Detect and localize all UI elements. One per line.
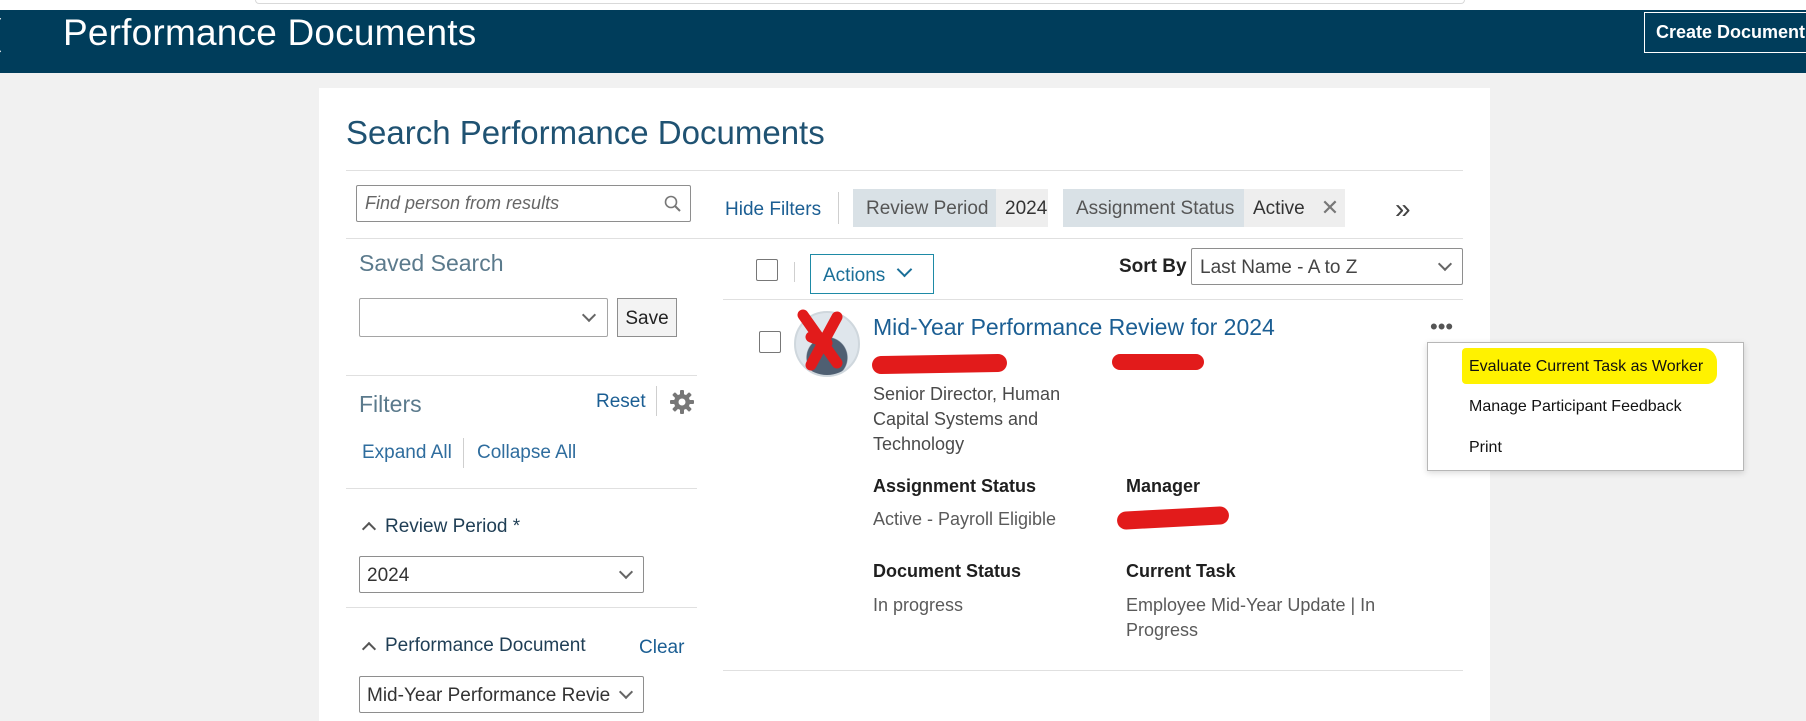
divider [723, 670, 1463, 671]
expand-all-link[interactable]: Expand All [362, 442, 452, 464]
chip-review-period-label[interactable]: Review Period [853, 189, 996, 227]
search-icon[interactable] [664, 195, 681, 212]
actions-label: Actions [823, 265, 886, 286]
search-title: Search Performance Documents [346, 114, 825, 151]
find-person-field[interactable] [356, 185, 691, 222]
divider [794, 262, 795, 282]
hide-filters-link[interactable]: Hide Filters [725, 199, 821, 221]
chevron-down-icon [618, 564, 634, 580]
saved-search-label: Saved Search [359, 250, 504, 276]
find-person-input[interactable] [357, 186, 657, 221]
divider [838, 192, 839, 224]
sort-by-select[interactable]: Last Name - A to Z [1191, 248, 1463, 285]
chip-assignment-status-value[interactable]: Active [1244, 189, 1315, 227]
chevron-down-icon [618, 684, 634, 700]
clear-link[interactable]: Clear [639, 637, 684, 659]
page-title: Performance Documents [63, 12, 477, 53]
divider [346, 488, 697, 489]
review-period-value: 2024 [367, 565, 410, 586]
chevron-down-icon [581, 307, 597, 323]
redaction-mark [871, 353, 1008, 375]
menu-item-print[interactable]: Print [1469, 439, 1502, 457]
menu-item-evaluate-current-task[interactable]: Evaluate Current Task as Worker [1469, 358, 1703, 376]
collapse-all-link[interactable]: Collapse All [477, 442, 576, 464]
performance-document-filter-label[interactable]: Performance Document [385, 635, 586, 657]
reset-link[interactable]: Reset [596, 391, 646, 413]
chevron-down-icon [1437, 256, 1453, 272]
save-button[interactable]: Save [617, 298, 677, 337]
divider [346, 238, 1463, 239]
divider [346, 375, 697, 376]
select-all-checkbox[interactable] [756, 259, 778, 281]
more-options-icon[interactable]: ••• [1430, 316, 1453, 338]
document-status-label: Document Status [873, 561, 1022, 581]
chevron-down-icon [896, 261, 913, 278]
review-period-filter-label[interactable]: Review Period * [385, 516, 520, 538]
filters-label: Filters [359, 391, 422, 417]
sort-by-label: Sort By [1119, 256, 1187, 277]
browser-top-strip [0, 0, 1806, 10]
redaction-mark [797, 309, 843, 371]
assignment-status-label: Assignment Status [873, 476, 1037, 496]
gear-icon[interactable] [669, 389, 695, 415]
actions-button[interactable]: Actions [810, 254, 934, 294]
assignment-status-value: Active - Payroll Eligible [873, 509, 1057, 529]
redaction-mark [1112, 354, 1204, 370]
create-document-button[interactable]: Create Document [1644, 12, 1806, 53]
back-arrow-icon[interactable] [0, 16, 18, 54]
divider [463, 438, 464, 468]
sort-by-value: Last Name - A to Z [1200, 257, 1358, 278]
job-title: Senior Director, Human Capital Systems a… [873, 384, 1061, 454]
performance-document-value: Mid-Year Performance Revie [367, 685, 611, 706]
document-title-link[interactable]: Mid-Year Performance Review for 2024 [873, 314, 1275, 341]
performance-document-select[interactable]: Mid-Year Performance Revie [359, 676, 644, 713]
page-header: Performance Documents Create Document [0, 10, 1806, 73]
document-status-value: In progress [873, 595, 964, 615]
row-checkbox[interactable] [759, 331, 781, 353]
chip-assignment-status-label[interactable]: Assignment Status [1063, 189, 1244, 227]
divider [723, 299, 1463, 300]
divider [346, 607, 697, 608]
double-chevron-right-icon[interactable]: » [1395, 193, 1411, 225]
chip-review-period-value[interactable]: 2024 [996, 189, 1048, 227]
remove-chip-icon[interactable]: ✕ [1315, 189, 1345, 227]
divider [656, 386, 657, 416]
current-task-value: Employee Mid-Year Update | In Progress [1126, 595, 1376, 640]
manager-label: Manager [1126, 476, 1201, 496]
row-actions-menu: Evaluate Current Task as Worker Manage P… [1427, 342, 1744, 471]
current-task-label: Current Task [1126, 561, 1236, 581]
divider [346, 170, 1463, 171]
menu-item-manage-participant-feedback[interactable]: Manage Participant Feedback [1469, 398, 1682, 416]
saved-search-select[interactable] [359, 298, 608, 337]
review-period-select[interactable]: 2024 [359, 556, 644, 593]
address-bar-edge [255, 0, 1465, 4]
